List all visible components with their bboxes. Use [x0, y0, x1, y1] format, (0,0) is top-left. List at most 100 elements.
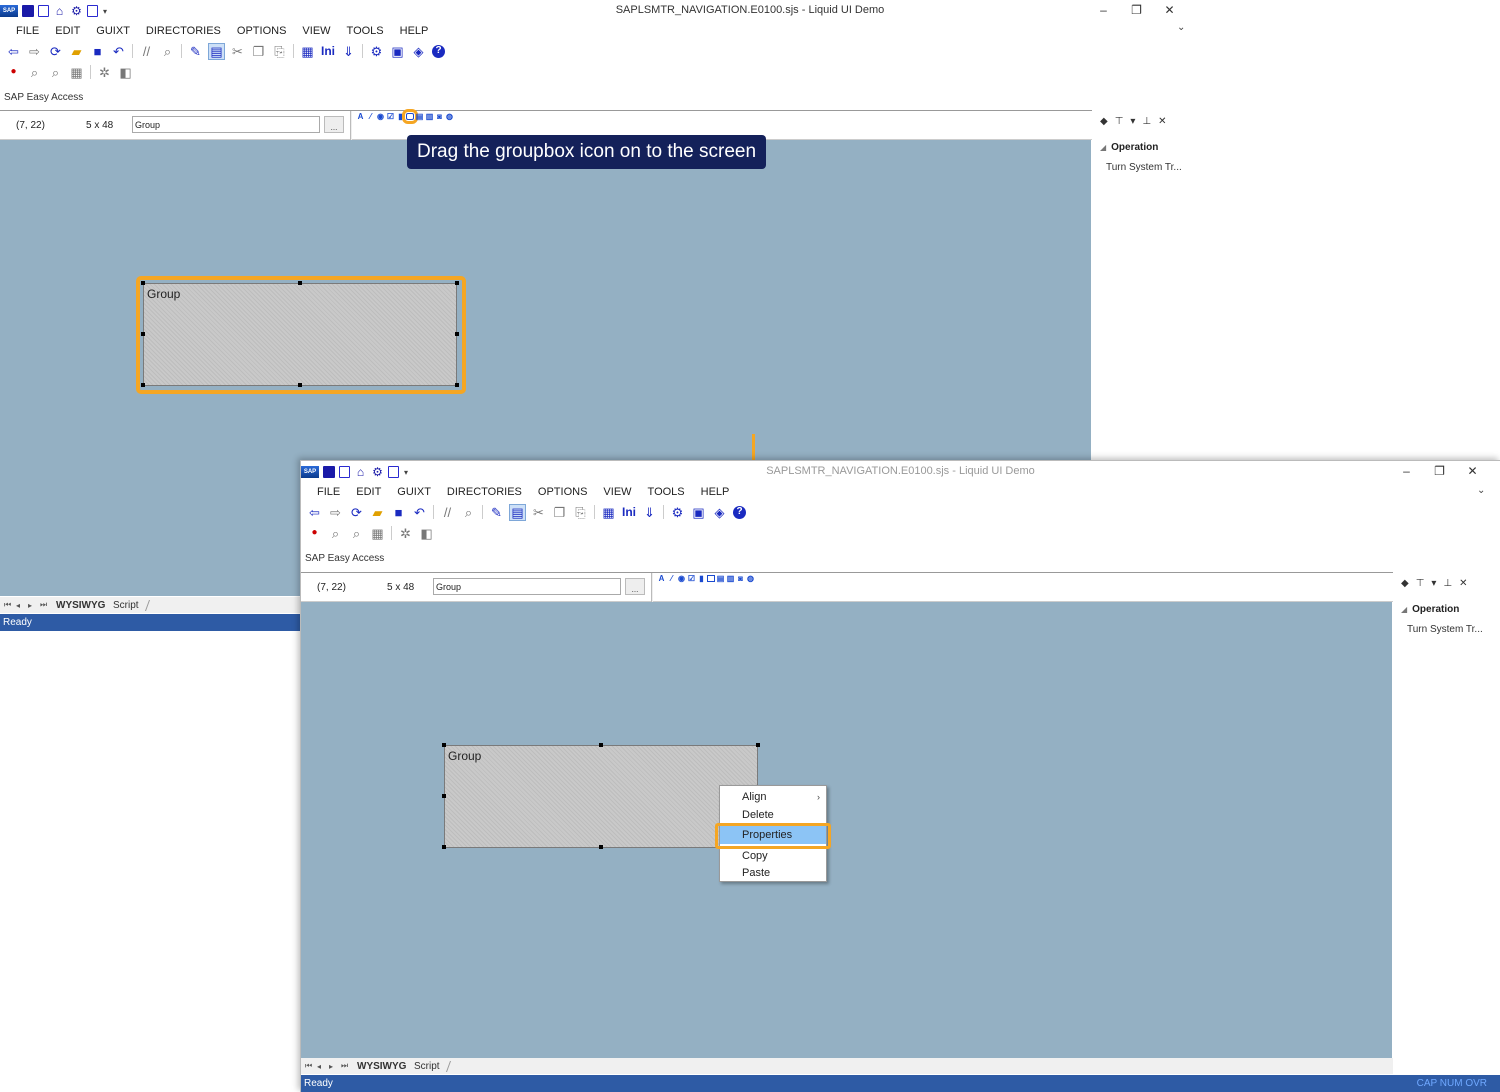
customize-dropdown-icon[interactable]: ▾	[102, 5, 108, 18]
gear-icon[interactable]: ⚙	[371, 465, 384, 479]
menu-guixt[interactable]: GUIXT	[88, 25, 138, 37]
cut-icon[interactable]: ✂	[230, 44, 245, 59]
screen-icon[interactable]	[388, 466, 399, 478]
resize-handle[interactable]	[442, 845, 446, 849]
restore-button[interactable]: ❐	[1120, 3, 1153, 17]
settings-icon[interactable]: ⚙	[670, 505, 685, 520]
download-icon[interactable]: ⇓	[642, 505, 657, 520]
menu-options[interactable]: OPTIONS	[530, 486, 596, 498]
minimize-button[interactable]: –	[1087, 3, 1120, 17]
undo-icon[interactable]: ↶	[412, 505, 427, 520]
binoculars-icon[interactable]: ⌕	[461, 505, 476, 520]
forward-arrow-icon[interactable]: ⇨	[328, 505, 343, 520]
element-name-field[interactable]	[433, 578, 621, 595]
prev-tab-icon[interactable]: ◂	[16, 601, 24, 610]
tab-wysiwyg[interactable]: WYSIWYG	[56, 600, 105, 611]
ini-button[interactable]: Ini	[622, 505, 636, 520]
groupbox-tool-icon[interactable]	[707, 575, 715, 582]
resize-handle[interactable]	[756, 743, 760, 747]
comment-icon[interactable]: //	[139, 44, 154, 59]
menu-edit[interactable]: EDIT	[348, 486, 389, 498]
db-tool-icon[interactable]: ◍	[746, 574, 755, 583]
copy-icon[interactable]: ❐	[251, 44, 266, 59]
close-button[interactable]: ✕	[1456, 464, 1489, 478]
resize-handle[interactable]	[599, 743, 603, 747]
pane-pin-icon[interactable]: ◆	[1100, 116, 1108, 127]
back-arrow-icon[interactable]: ⇦	[6, 44, 21, 59]
groupbox-element[interactable]: Group	[444, 745, 758, 848]
design-canvas[interactable]: Group Align › Delete Properties Copy Past…	[301, 602, 1392, 1058]
menu-tools[interactable]: TOOLS	[640, 486, 693, 498]
image-tool-icon[interactable]: ◙	[736, 574, 745, 583]
menu-tools[interactable]: TOOLS	[339, 25, 392, 37]
chevron-down-icon[interactable]: ⌄	[1477, 485, 1485, 496]
text-tool-icon[interactable]: A	[356, 112, 365, 121]
operation-item[interactable]: Turn System Tr...	[1407, 624, 1483, 635]
save-icon[interactable]: ■	[90, 44, 105, 59]
paste-icon[interactable]: ⎘	[573, 505, 588, 520]
menu-item-delete[interactable]: Delete	[720, 809, 826, 821]
back-arrow-icon[interactable]: ⇦	[307, 505, 322, 520]
monitor-icon[interactable]: ▣	[691, 505, 706, 520]
pane-autohide-icon[interactable]: ⊥	[1443, 578, 1452, 589]
undo-icon[interactable]: ↶	[111, 44, 126, 59]
operation-item[interactable]: Turn System Tr...	[1106, 162, 1182, 173]
refresh-icon[interactable]: ⟳	[349, 505, 364, 520]
wrench-icon[interactable]: ✎	[188, 44, 203, 59]
menu-options[interactable]: OPTIONS	[229, 25, 295, 37]
home-icon[interactable]: ⌂	[354, 465, 367, 479]
record-icon[interactable]: ●	[307, 526, 322, 541]
refresh-icon[interactable]: ⟳	[48, 44, 63, 59]
inspect-off-icon[interactable]: ⌕	[349, 526, 364, 541]
minimize-button[interactable]: –	[1390, 464, 1423, 478]
menu-guixt[interactable]: GUIXT	[389, 486, 439, 498]
cut-icon[interactable]: ✂	[531, 505, 546, 520]
restore-button[interactable]: ❐	[1423, 464, 1456, 478]
print-icon[interactable]: ▦	[300, 44, 315, 59]
menu-item-copy[interactable]: Copy	[720, 847, 826, 865]
chevron-down-icon[interactable]: ⌄	[1177, 22, 1185, 33]
operation-section[interactable]: ◢ Operation	[1401, 604, 1459, 615]
menu-file[interactable]: FILE	[309, 486, 348, 498]
grid-icon[interactable]: ▦	[69, 65, 84, 80]
inspect-icon[interactable]: ⌕	[328, 526, 343, 541]
browse-button[interactable]: ...	[625, 578, 645, 595]
table-tool-icon[interactable]: ▤	[415, 112, 424, 121]
menu-help[interactable]: HELP	[693, 486, 738, 498]
wrench-icon[interactable]: ✎	[489, 505, 504, 520]
browse-button[interactable]: ...	[324, 116, 344, 133]
forward-arrow-icon[interactable]: ⇨	[27, 44, 42, 59]
pane-dropdown-icon[interactable]: ▾	[1431, 578, 1436, 589]
button-tool-icon[interactable]: ▮	[697, 574, 706, 583]
resize-handle[interactable]	[442, 794, 446, 798]
resize-handle[interactable]	[599, 845, 603, 849]
tools-icon[interactable]: ✲	[398, 526, 413, 541]
button-tool-icon[interactable]: ▮	[396, 112, 405, 121]
layout-icon[interactable]: ▤	[208, 42, 225, 60]
save-icon[interactable]	[323, 466, 335, 478]
menu-help[interactable]: HELP	[392, 25, 437, 37]
menu-directories[interactable]: DIRECTORIES	[439, 486, 530, 498]
menu-edit[interactable]: EDIT	[47, 25, 88, 37]
book-icon[interactable]: ◈	[411, 44, 426, 59]
pane-close-icon[interactable]: ✕	[1158, 116, 1166, 127]
tools-icon[interactable]: ✲	[97, 65, 112, 80]
gear-icon[interactable]: ⚙	[70, 4, 83, 18]
help-icon[interactable]: ?	[432, 44, 445, 58]
radio-tool-icon[interactable]: ◉	[677, 574, 686, 583]
close-button[interactable]: ✕	[1153, 3, 1186, 17]
help-icon[interactable]: ?	[733, 505, 746, 519]
copy-icon[interactable]	[339, 466, 350, 478]
pane-dock-icon[interactable]: ⊤	[1416, 578, 1425, 589]
book-icon[interactable]: ◈	[712, 505, 727, 520]
radio-tool-icon[interactable]: ◉	[376, 112, 385, 121]
print-icon[interactable]: ▦	[601, 505, 616, 520]
listbox-tool-icon[interactable]: ▥	[726, 574, 735, 583]
monitor-icon[interactable]: ▣	[390, 44, 405, 59]
tab-wysiwyg[interactable]: WYSIWYG	[357, 1061, 406, 1072]
grid-icon[interactable]: ▦	[370, 526, 385, 541]
menu-view[interactable]: VIEW	[294, 25, 338, 37]
pen-tool-icon[interactable]: ⁄	[667, 574, 676, 583]
next-tab-icon[interactable]: ▸	[329, 1062, 337, 1071]
groupbox-tool-icon[interactable]	[402, 109, 418, 124]
